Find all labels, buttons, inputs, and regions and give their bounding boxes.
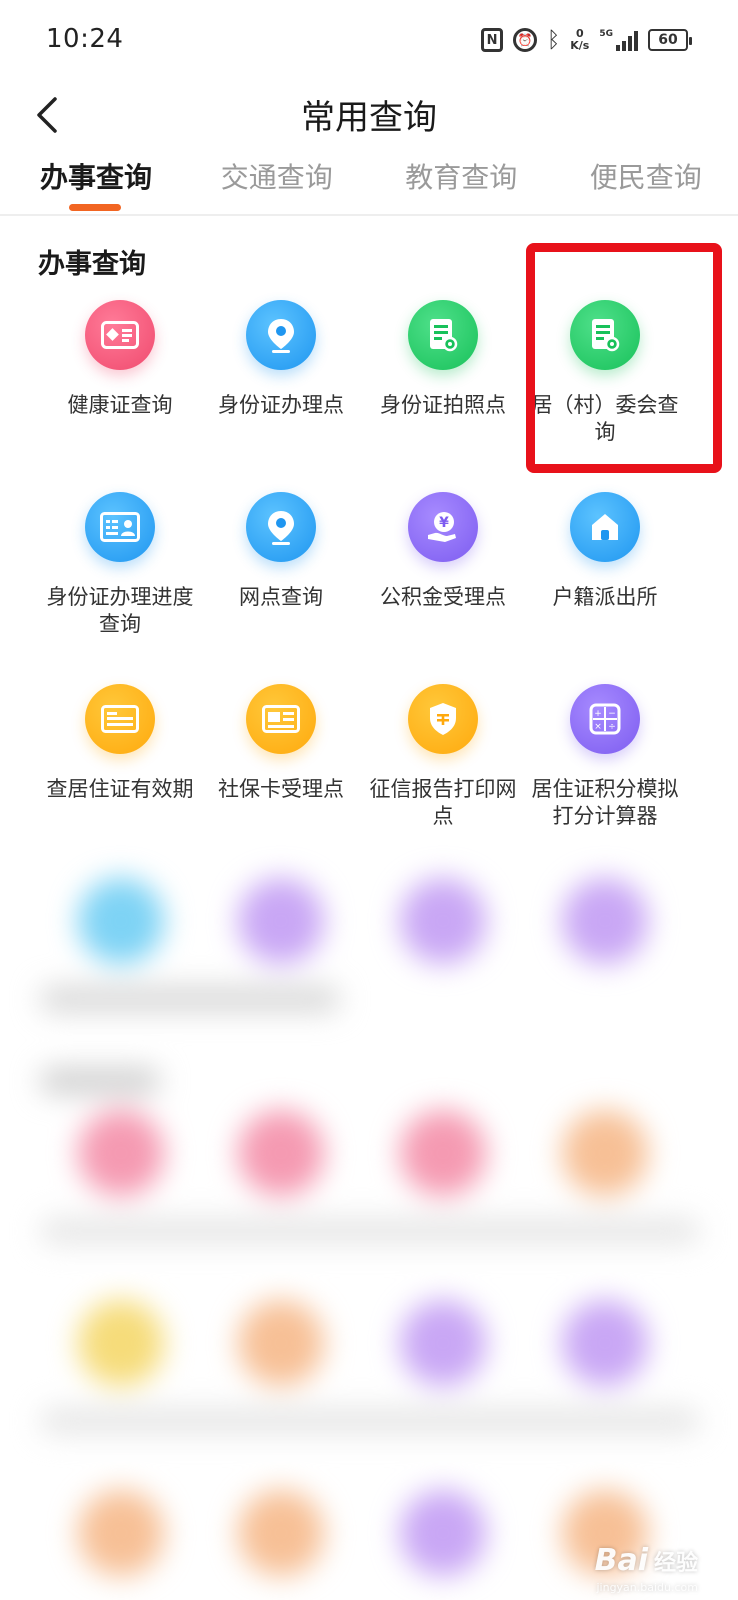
grid-item-points-calculator[interactable]: + − × ÷ 居住证积分模拟打分计算器 [522, 684, 688, 830]
signal-icon: 5G [599, 29, 638, 51]
id-card-icon [85, 300, 155, 370]
status-bar: 10:24 N ⏰ ᛒ 0 K/s 5G 60 [0, 0, 738, 80]
grid-item-label: 居住证积分模拟打分计算器 [531, 777, 679, 828]
battery-level: 60 [658, 32, 678, 48]
watermark-text: 经验 [653, 1550, 698, 1576]
grid-item-label: 征信报告打印网点 [369, 777, 517, 828]
grid-item-label: 身份证办理进度查询 [46, 585, 194, 636]
social-security-card-icon [246, 684, 316, 754]
baidu-jingyan-watermark: Bai 经验 jingyan.baidu.com [594, 1543, 698, 1594]
tab-convenience-query[interactable]: 便民查询 [554, 150, 738, 214]
grid-item-label: 户籍派出所 [552, 585, 658, 609]
grid-item-label: 健康证查询 [67, 393, 173, 417]
grid-item-housing-fund[interactable]: ¥ 公积金受理点 [360, 492, 526, 611]
grid-item-label: 网点查询 [239, 585, 323, 609]
calculator-icon: + − × ÷ [570, 684, 640, 754]
location-pin-icon [246, 492, 316, 562]
home-icon [570, 492, 640, 562]
status-time: 10:24 [46, 24, 124, 54]
grid-item-residence-permit-validity[interactable]: 查居住证有效期 [37, 684, 203, 803]
grid-item-label: 公积金受理点 [380, 585, 506, 609]
grid-item-id-photo-point[interactable]: 身份证拍照点 [360, 300, 526, 419]
section-title: 办事查询 [38, 249, 146, 280]
battery-icon: 60 [648, 29, 692, 51]
tab-bar: 办事查询 交通查询 教育查询 便民查询 [0, 150, 738, 216]
id-card-person-icon [85, 492, 155, 562]
document-icon [408, 300, 478, 370]
grid-item-social-security-card[interactable]: 社保卡受理点 [198, 684, 364, 803]
status-icons: N ⏰ ᛒ 0 K/s 5G 60 [481, 24, 692, 56]
watermark-logo: Bai [594, 1543, 648, 1578]
residence-card-icon [85, 684, 155, 754]
svg-text:¥: ¥ [439, 515, 449, 531]
grid-item-label: 居（村）委会查询 [531, 393, 679, 444]
blurred-content: Bai 经验 jingyan.baidu.com [0, 838, 738, 1600]
bluetooth-icon: ᛒ [547, 27, 561, 53]
location-pin-icon [246, 300, 316, 370]
svg-text:+: + [594, 709, 602, 719]
svg-text:÷: ÷ [608, 722, 616, 732]
yuan-hand-icon: ¥ [408, 492, 478, 562]
grid-item-id-progress[interactable]: 身份证办理进度查询 [37, 492, 203, 638]
nfc-icon: N [481, 28, 504, 52]
grid-item-health-certificate[interactable]: 健康证查询 [37, 300, 203, 419]
grid-item-police-station[interactable]: 户籍派出所 [522, 492, 688, 611]
grid-item-outlet-query[interactable]: 网点查询 [198, 492, 364, 611]
grid-item-credit-report[interactable]: 征信报告打印网点 [360, 684, 526, 830]
network-speed-unit: K/s [570, 39, 590, 52]
tab-traffic-query[interactable]: 交通查询 [185, 150, 370, 214]
grid-item-neighborhood-committee[interactable]: 居（村）委会查询 [522, 300, 688, 446]
network-speed: 0 K/s [570, 28, 589, 52]
tab-office-query[interactable]: 办事查询 [0, 150, 185, 214]
page-title: 常用查询 [301, 98, 437, 138]
grid-item-label: 社保卡受理点 [218, 777, 344, 801]
grid-item-label: 身份证办理点 [218, 393, 344, 417]
header: 常用查询 [0, 80, 738, 150]
credit-shield-icon [408, 684, 478, 754]
grid-item-label: 查居住证有效期 [46, 777, 194, 801]
tab-education-query[interactable]: 教育查询 [369, 150, 554, 214]
network-type: 5G [599, 29, 613, 39]
document-icon [570, 300, 640, 370]
grid-item-label: 身份证拍照点 [380, 393, 506, 417]
grid-item-id-card-office[interactable]: 身份证办理点 [198, 300, 364, 419]
svg-text:×: × [594, 722, 602, 732]
watermark-url: jingyan.baidu.com [596, 1581, 698, 1594]
svg-text:−: − [608, 709, 616, 719]
alarm-icon: ⏰ [513, 28, 538, 52]
